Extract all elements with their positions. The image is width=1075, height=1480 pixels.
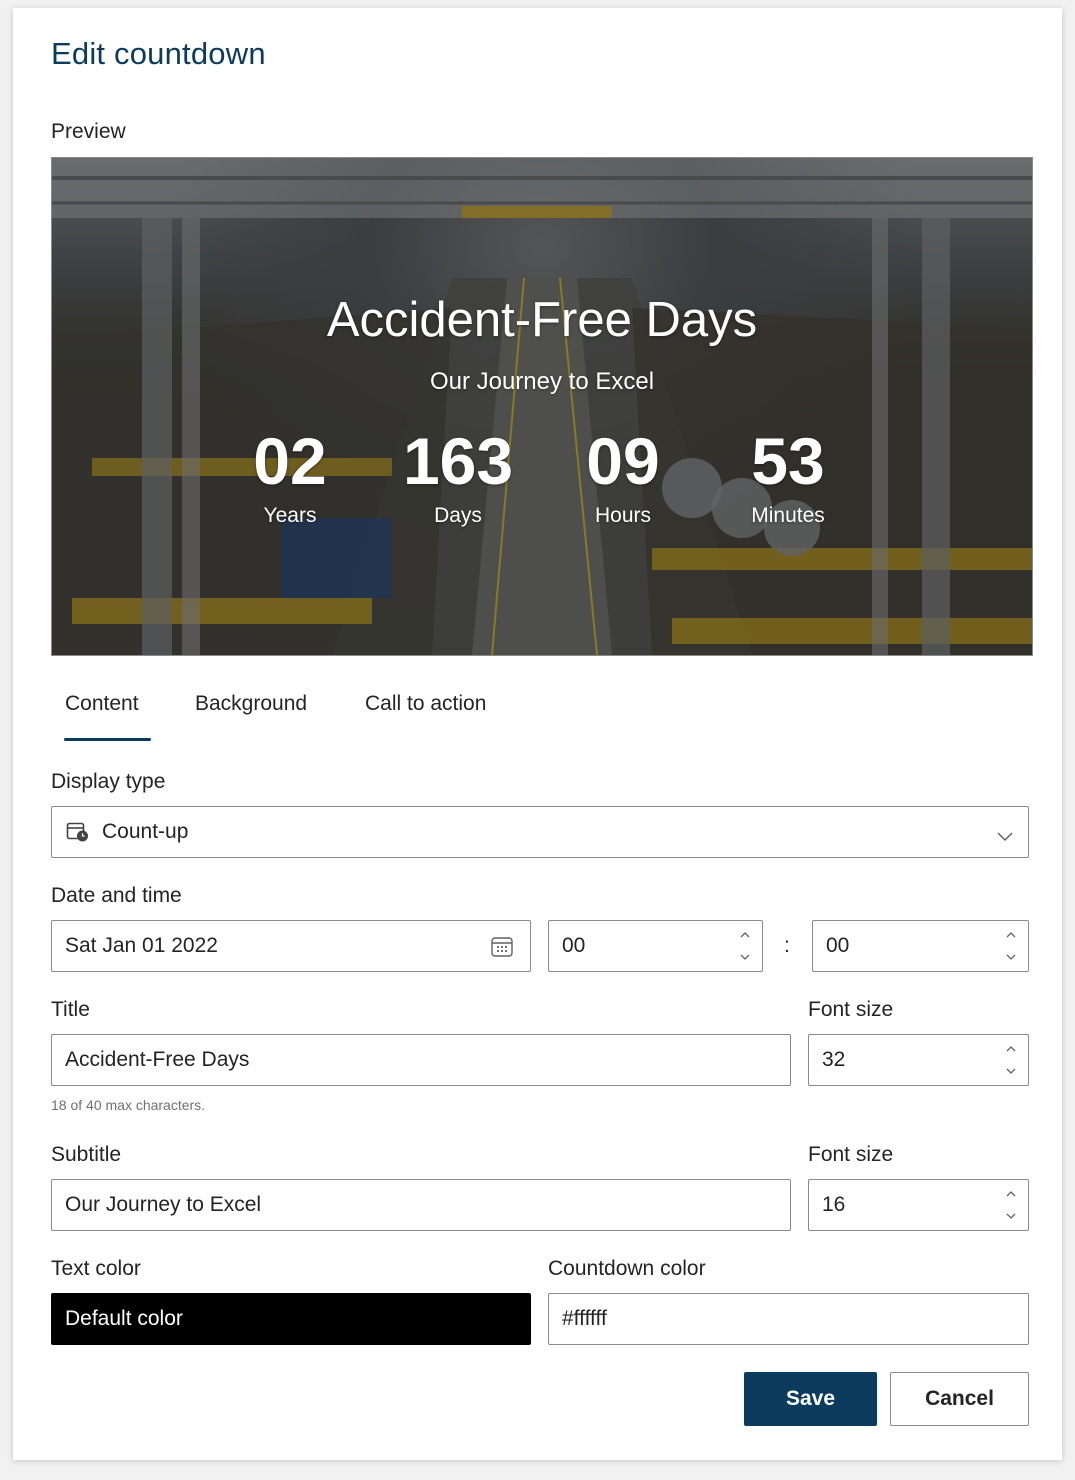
title-label: Title	[51, 998, 90, 1021]
tab-call-to-action[interactable]: Call to action	[365, 692, 486, 716]
date-time-label: Date and time	[51, 884, 182, 907]
preview-unit-days: 163 Days	[383, 426, 533, 528]
days-value: 163	[402, 424, 514, 498]
cancel-button[interactable]: Cancel	[890, 1372, 1029, 1426]
countdown-color-label: Countdown color	[548, 1257, 706, 1280]
subtitle-font-size-stepper[interactable]: 16	[808, 1179, 1029, 1231]
display-type-label: Display type	[51, 770, 166, 793]
tab-selected-indicator	[64, 738, 151, 741]
date-value: Sat Jan 01 2022	[65, 934, 218, 957]
preview-unit-years: 02 Years	[215, 426, 365, 528]
years-value: 02	[253, 424, 327, 498]
spin-arrows-icon[interactable]	[1004, 1186, 1018, 1224]
tab-content[interactable]: Content	[65, 692, 139, 716]
preview-unit-minutes: 53 Minutes	[713, 426, 863, 528]
title-font-size-label: Font size	[808, 998, 894, 1021]
display-type-value: Count-up	[102, 820, 189, 843]
countdown-color-input[interactable]: #ffffff	[548, 1293, 1029, 1345]
countdown-color-value: #ffffff	[562, 1307, 607, 1330]
hours-label: Hours	[594, 504, 652, 527]
days-label: Days	[434, 504, 482, 527]
subtitle-font-size-label: Font size	[808, 1143, 894, 1166]
subtitle-input-value: Our Journey to Excel	[65, 1193, 262, 1216]
text-color-label: Text color	[51, 1257, 141, 1280]
subtitle-font-size-value: 16	[822, 1193, 846, 1216]
edit-countdown-panel: Edit countdown Preview Accident-Free Day…	[13, 8, 1062, 1460]
preview-unit-hours: 09 Hours	[548, 426, 698, 528]
text-color-picker[interactable]: Default color	[51, 1293, 531, 1345]
hour-value: 00	[562, 934, 586, 957]
preview-subtitle: Our Journey to Excel	[429, 368, 655, 395]
display-type-dropdown[interactable]: Count-up	[51, 806, 1029, 858]
spin-arrows-icon[interactable]	[1004, 1041, 1018, 1079]
minute-stepper[interactable]: 00	[812, 920, 1029, 972]
spin-arrows-icon[interactable]	[738, 927, 752, 965]
subtitle-label: Subtitle	[51, 1143, 122, 1166]
minutes-label: Minutes	[751, 504, 825, 527]
minute-value: 00	[826, 934, 850, 957]
title-font-size-value: 32	[822, 1048, 846, 1071]
minutes-value: 53	[751, 424, 825, 498]
calendar-icon[interactable]	[490, 935, 514, 965]
preview-label: Preview	[51, 120, 126, 143]
chevron-down-icon	[996, 824, 1014, 848]
dialog-title: Edit countdown	[51, 36, 266, 71]
hour-stepper[interactable]: 00	[548, 920, 763, 972]
years-label: Years	[263, 504, 317, 527]
title-character-count: 18 of 40 max characters.	[51, 1097, 206, 1113]
text-color-value: Default color	[65, 1307, 183, 1330]
time-separator: :	[784, 934, 790, 957]
date-picker-input[interactable]: Sat Jan 01 2022	[51, 920, 531, 972]
factory-background-image	[52, 158, 1032, 655]
subtitle-input[interactable]: Our Journey to Excel	[51, 1179, 791, 1231]
save-button[interactable]: Save	[744, 1372, 877, 1426]
title-font-size-stepper[interactable]: 32	[808, 1034, 1029, 1086]
title-input-value: Accident-Free Days	[65, 1048, 250, 1071]
spin-arrows-icon[interactable]	[1004, 927, 1018, 965]
hours-value: 09	[586, 424, 660, 498]
preview-title: Accident-Free Days	[326, 293, 758, 347]
calendar-clock-icon	[66, 821, 90, 843]
tab-background[interactable]: Background	[195, 692, 307, 716]
title-input[interactable]: Accident-Free Days	[51, 1034, 791, 1086]
countdown-preview: Accident-Free Days Our Journey to Excel …	[51, 157, 1033, 656]
